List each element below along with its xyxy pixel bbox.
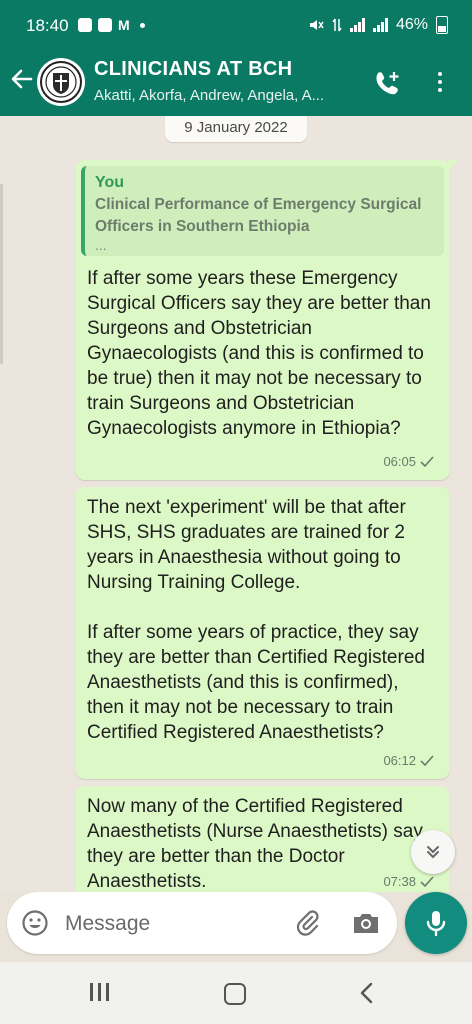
message-bubble[interactable]: You Clinical Performance of Emergency Su… <box>75 160 458 480</box>
youtube-notification-icon <box>98 18 112 32</box>
message-meta: 06:12 <box>383 748 434 773</box>
microphone-icon <box>426 911 446 937</box>
attach-icon[interactable] <box>293 908 323 938</box>
add-call-icon[interactable] <box>372 68 402 98</box>
date-separator: 9 January 2022 <box>165 116 307 142</box>
bubble-tail <box>448 160 458 172</box>
quoted-text: Clinical Performance of Emergency Surgic… <box>95 196 422 235</box>
more-options-icon[interactable] <box>430 68 450 98</box>
back-arrow-icon[interactable] <box>8 66 36 94</box>
signal-icon-1 <box>349 18 365 32</box>
message-time: 07:38 <box>383 874 416 889</box>
camera-icon[interactable] <box>351 909 381 937</box>
group-avatar[interactable] <box>37 58 85 106</box>
emoji-icon[interactable] <box>21 909 49 937</box>
status-time: 18:40 <box>26 16 69 35</box>
gallery-notification-icon <box>78 18 92 32</box>
group-title[interactable]: CLINICIANS AT BCH <box>94 58 292 81</box>
more-notifications-icon <box>139 22 145 28</box>
system-icons: 46% <box>308 16 448 34</box>
quoted-author: You <box>95 174 125 191</box>
system-navigation-bar <box>0 962 472 1024</box>
quoted-message[interactable]: You Clinical Performance of Emergency Su… <box>81 166 444 256</box>
data-transfer-icon <box>332 18 342 32</box>
message-composer <box>7 892 397 954</box>
message-time: 06:12 <box>383 753 416 768</box>
sent-check-icon <box>420 875 434 887</box>
message-text: The next 'experiment' will be that after… <box>87 497 425 743</box>
recent-apps-icon[interactable] <box>90 983 109 1001</box>
voice-record-button[interactable] <box>405 892 467 954</box>
message-list[interactable]: 9 January 2022 You Clinical Performance … <box>0 116 472 892</box>
signal-icon-2 <box>372 18 388 32</box>
gmail-notification-icon: M <box>118 17 130 33</box>
message-text: If after some years these Emergency Surg… <box>87 268 431 439</box>
double-chevron-down-icon <box>427 846 439 859</box>
quoted-ellipsis: ... <box>95 237 107 253</box>
scroll-to-bottom-button[interactable] <box>411 830 455 874</box>
group-members[interactable]: Akatti, Akorfa, Andrew, Angela, A... <box>94 87 324 104</box>
home-icon[interactable] <box>224 983 246 1005</box>
group-crest-icon <box>40 61 82 103</box>
battery-percentage: 46% <box>395 16 428 33</box>
mute-icon <box>309 20 324 30</box>
status-bar: 18:40 M 46% <box>0 0 472 52</box>
message-time: 06:05 <box>383 454 416 469</box>
scroll-indicator <box>0 184 3 364</box>
system-back-icon[interactable] <box>356 981 378 1005</box>
notification-icons: M <box>78 17 145 33</box>
message-bubble[interactable]: Now many of the Certified Registered Ana… <box>75 786 450 892</box>
message-meta: 06:05 <box>383 449 434 474</box>
sent-check-icon <box>420 455 434 467</box>
battery-icon <box>436 16 448 34</box>
sent-check-icon <box>420 754 434 766</box>
chat-header: CLINICIANS AT BCH Akatti, Akorfa, Andrew… <box>0 52 472 116</box>
message-bubble[interactable]: The next 'experiment' will be that after… <box>75 487 450 779</box>
message-input[interactable] <box>63 906 277 942</box>
